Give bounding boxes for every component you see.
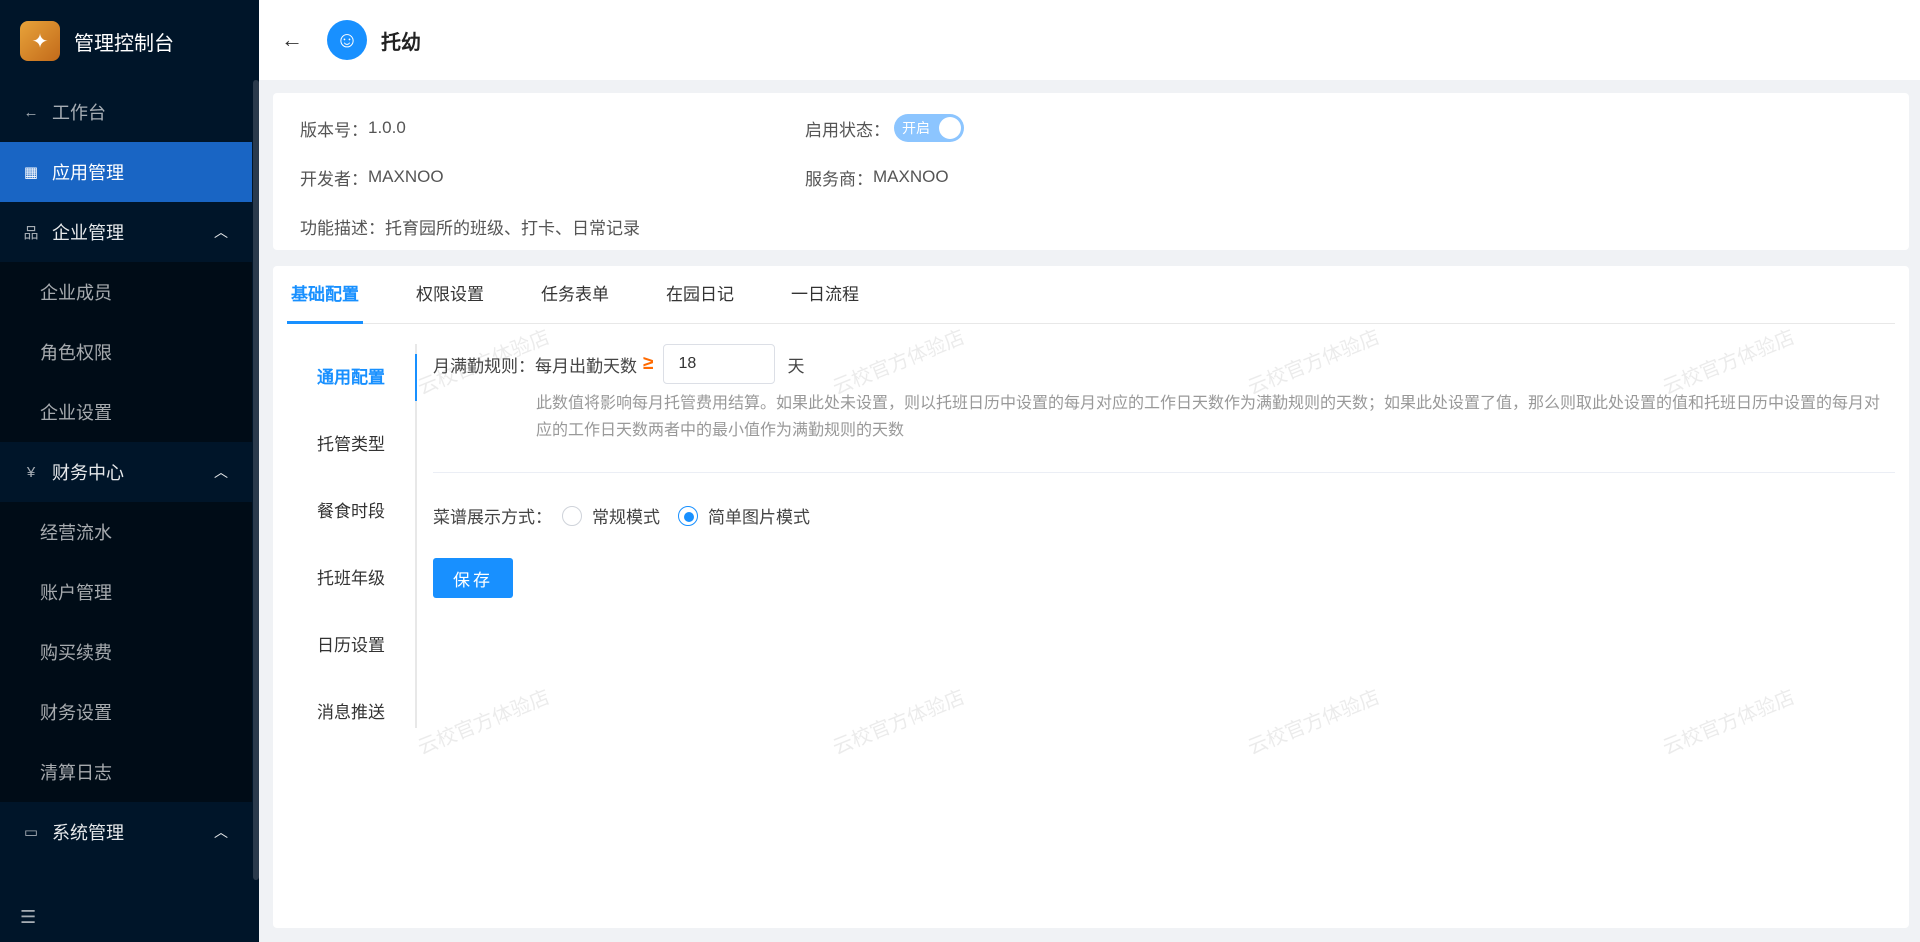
nav-app-management-label: 应用管理: [52, 163, 124, 183]
status-toggle-text: 开启: [902, 120, 930, 136]
sub-config-tabs: 通用配置 托管类型 餐食时段 托班年级 日历设置 消息推送: [287, 344, 417, 728]
logo-icon: ✦: [20, 21, 60, 61]
attendance-hint: 此数值将影响每月托管费用结算。如果此处未设置，则以托班日历中设置的每月对应的工作…: [536, 395, 1881, 439]
sidebar: ✦ 管理控制台 ← 工作台 ▦ 应用管理 品 企业管理 ︿ 企业成员 角色权限 …: [0, 0, 259, 942]
logo-row: ✦ 管理控制台: [0, 0, 259, 82]
developer-value: MAXNOO: [368, 167, 444, 186]
nav-enterprise-label: 企业管理: [52, 223, 124, 243]
tab-basic-config[interactable]: 基础配置: [287, 266, 363, 324]
attendance-rule-label: 月满勤规则：: [433, 356, 535, 376]
watermark: 云校官方体验店: [1244, 686, 1383, 760]
nav-workbench-label: 工作台: [52, 103, 106, 123]
vtab-calendar[interactable]: 日历设置: [287, 612, 415, 679]
version-info: 版本号： 1.0.0: [300, 110, 406, 146]
grid-icon: ▦: [23, 164, 39, 181]
developer-label: 开发者：: [300, 169, 368, 189]
chevron-up-icon: ︿: [214, 464, 228, 480]
page-title: 托幼: [381, 31, 421, 54]
tab-daily-diary[interactable]: 在园日记: [662, 266, 738, 324]
yen-circle-icon: ¥: [26, 463, 36, 481]
provider-label: 服务商：: [805, 169, 873, 189]
vtab-notifications[interactable]: 消息推送: [287, 679, 415, 746]
menu-display-label: 菜谱展示方式：: [433, 508, 552, 527]
sidebar-scrollbar[interactable]: [253, 80, 259, 880]
status-info: 启用状态： 开启: [805, 110, 964, 146]
description-label: 功能描述：: [300, 218, 385, 238]
org-icon: 品: [23, 224, 39, 242]
back-arrow-icon[interactable]: ←: [281, 27, 303, 53]
nav-finance[interactable]: ¥ 财务中心 ︿: [0, 442, 252, 502]
attendance-rule-text: 每月出勤天数: [535, 356, 637, 376]
chevron-up-icon: ︿: [214, 824, 228, 840]
toggle-knob: [939, 117, 961, 139]
vtab-class-grade[interactable]: 托班年级: [287, 545, 415, 612]
nav-app-management[interactable]: ▦ 应用管理: [0, 142, 252, 202]
description-info: 功能描述： 托育园所的班级、打卡、日常记录: [300, 208, 640, 244]
nav-enterprise[interactable]: 品 企业管理 ︿: [0, 202, 252, 262]
radio-normal-circle[interactable]: [562, 505, 582, 526]
vtab-meal-times[interactable]: 餐食时段: [287, 478, 415, 545]
radio-normal-label: 常规模式: [592, 508, 660, 527]
form-divider: [433, 472, 1895, 473]
tab-permissions[interactable]: 权限设置: [412, 266, 488, 324]
version-value: 1.0.0: [368, 118, 406, 137]
days-unit: 天: [787, 356, 805, 376]
gte-symbol: ≥: [643, 353, 654, 374]
sidebar-item-accounts[interactable]: 账户管理: [0, 562, 252, 622]
sidebar-item-settlement-log[interactable]: 清算日志: [0, 742, 252, 802]
provider-info: 服务商： MAXNOO: [805, 159, 949, 195]
menu-display-row: 菜谱展示方式： 常规模式 简单图片模式: [433, 503, 1895, 528]
logo-text: 管理控制台: [74, 32, 174, 55]
sidebar-item-finance-settings[interactable]: 财务设置: [0, 682, 252, 742]
general-config-form: 月满勤规则： 每月出勤天数 ≥ 18 天 此数值将影响每月托管费用结算。如果此处…: [433, 344, 1895, 598]
nav-workbench[interactable]: ← 工作台: [0, 82, 252, 142]
radio-normal-mode[interactable]: 常规模式: [562, 503, 660, 528]
version-label: 版本号：: [300, 120, 368, 140]
attendance-days-input[interactable]: 18: [663, 344, 776, 384]
chevron-up-icon: ︿: [214, 224, 228, 240]
watermark: 云校官方体验店: [1659, 686, 1798, 760]
nav-system-label: 系统管理: [52, 823, 124, 843]
radio-image-mode[interactable]: 简单图片模式: [678, 503, 810, 528]
monitor-icon: ▭: [23, 824, 39, 841]
collapse-menu-icon[interactable]: ☰: [20, 907, 36, 928]
sidebar-item-roles[interactable]: 角色权限: [0, 322, 252, 382]
provider-value: MAXNOO: [873, 167, 949, 186]
sidebar-item-enterprise-settings[interactable]: 企业设置: [0, 382, 252, 442]
radio-image-label: 简单图片模式: [708, 508, 810, 527]
status-label: 启用状态：: [805, 120, 890, 140]
save-button[interactable]: 保存: [433, 558, 513, 598]
nav-system[interactable]: ▭ 系统管理 ︿: [0, 802, 252, 862]
page-header: ← ☺ 托幼: [259, 0, 1920, 80]
vtab-care-type[interactable]: 托管类型: [287, 411, 415, 478]
watermark: 云校官方体验店: [829, 686, 968, 760]
app-smile-icon: ☺: [327, 20, 367, 60]
config-tabs: 基础配置 权限设置 任务表单 在园日记 一日流程: [287, 266, 1895, 324]
radio-image-circle[interactable]: [678, 505, 698, 526]
sidebar-item-renewal[interactable]: 购买续费: [0, 622, 252, 682]
vtab-general[interactable]: 通用配置: [287, 344, 417, 411]
attendance-rule-row: 月满勤规则： 每月出勤天数 ≥ 18 天: [433, 344, 1895, 384]
watermark: 云校官方体验店: [414, 686, 553, 760]
app-info-card: 版本号： 1.0.0 启用状态： 开启 开发者： MAXNOO 服务商： MAX…: [273, 93, 1909, 250]
config-card: 基础配置 权限设置 任务表单 在园日记 一日流程 通用配置 托管类型 餐食时段 …: [273, 266, 1909, 928]
developer-info: 开发者： MAXNOO: [300, 159, 444, 195]
arrow-left-icon: ←: [23, 103, 39, 121]
description-value: 托育园所的班级、打卡、日常记录: [385, 218, 640, 238]
status-toggle[interactable]: 开启: [894, 114, 964, 142]
nav-finance-label: 财务中心: [52, 463, 124, 483]
tab-task-forms[interactable]: 任务表单: [537, 266, 613, 324]
sidebar-item-members[interactable]: 企业成员: [0, 262, 252, 322]
sidebar-item-cashflow[interactable]: 经营流水: [0, 502, 252, 562]
tab-daily-flow[interactable]: 一日流程: [787, 266, 863, 324]
